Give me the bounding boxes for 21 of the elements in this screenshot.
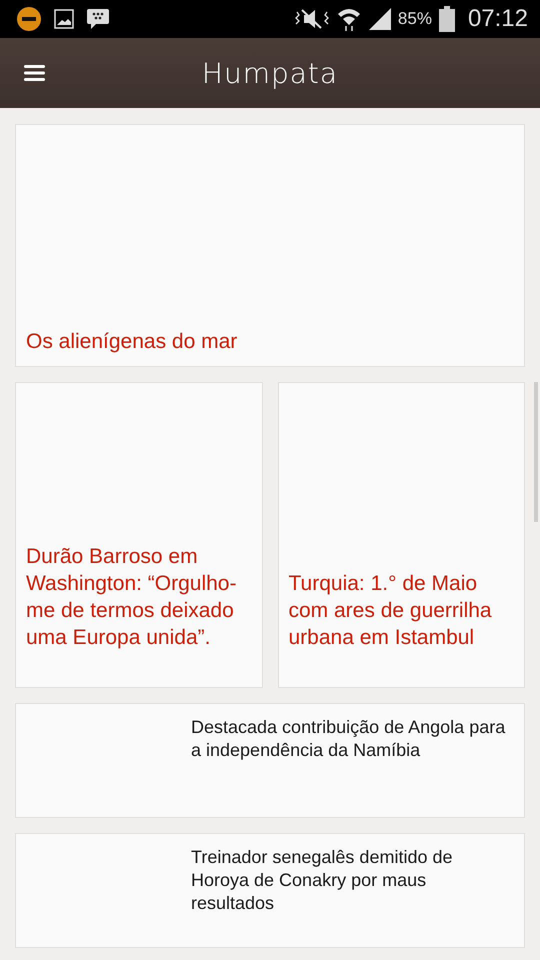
menu-icon[interactable] — [24, 65, 45, 81]
image-icon — [54, 9, 74, 29]
article-card[interactable]: Treinador senegalês demitido de Horoya de Conakry por maus resultados — [15, 833, 525, 948]
battery-icon — [438, 6, 456, 32]
article-card[interactable]: Turquia: 1.° de Maio com ares de guerrilha urbana em Istambul — [278, 382, 525, 688]
article-card[interactable]: Os alienígenas do mar — [15, 124, 525, 367]
chat-bubble-icon — [86, 8, 110, 30]
article-card[interactable]: Durão Barroso em Washington: “Orgulho-me de termos deixado uma Europa unida”. — [15, 382, 262, 688]
mute-icon — [294, 8, 330, 30]
signal-icon — [368, 7, 392, 31]
do-not-disturb-icon — [16, 6, 42, 32]
battery-percentage: 85% — [398, 9, 432, 29]
article-title: Treinador senegalês demitido de Horoya de Conakry por maus resultados — [191, 846, 454, 915]
article-title: Turquia: 1.° de Maio com ares de guerrilha urbana em Istambul — [288, 571, 493, 651]
article-title: Durão Barroso em Washington: “Orgulho-me de termos deixado uma Europa unida”. — [26, 544, 238, 651]
article-title: Os alienígenas do mar — [26, 329, 238, 355]
clock-time: 07:12 — [468, 5, 528, 33]
app-title: Humpata — [202, 56, 338, 90]
article-title: Destacada contribuição de Angola para a independência da Namíbia — [191, 716, 506, 762]
article-card[interactable]: Destacada contribuição de Angola para a independência da Namíbia — [15, 703, 525, 818]
wifi-icon — [336, 6, 362, 32]
